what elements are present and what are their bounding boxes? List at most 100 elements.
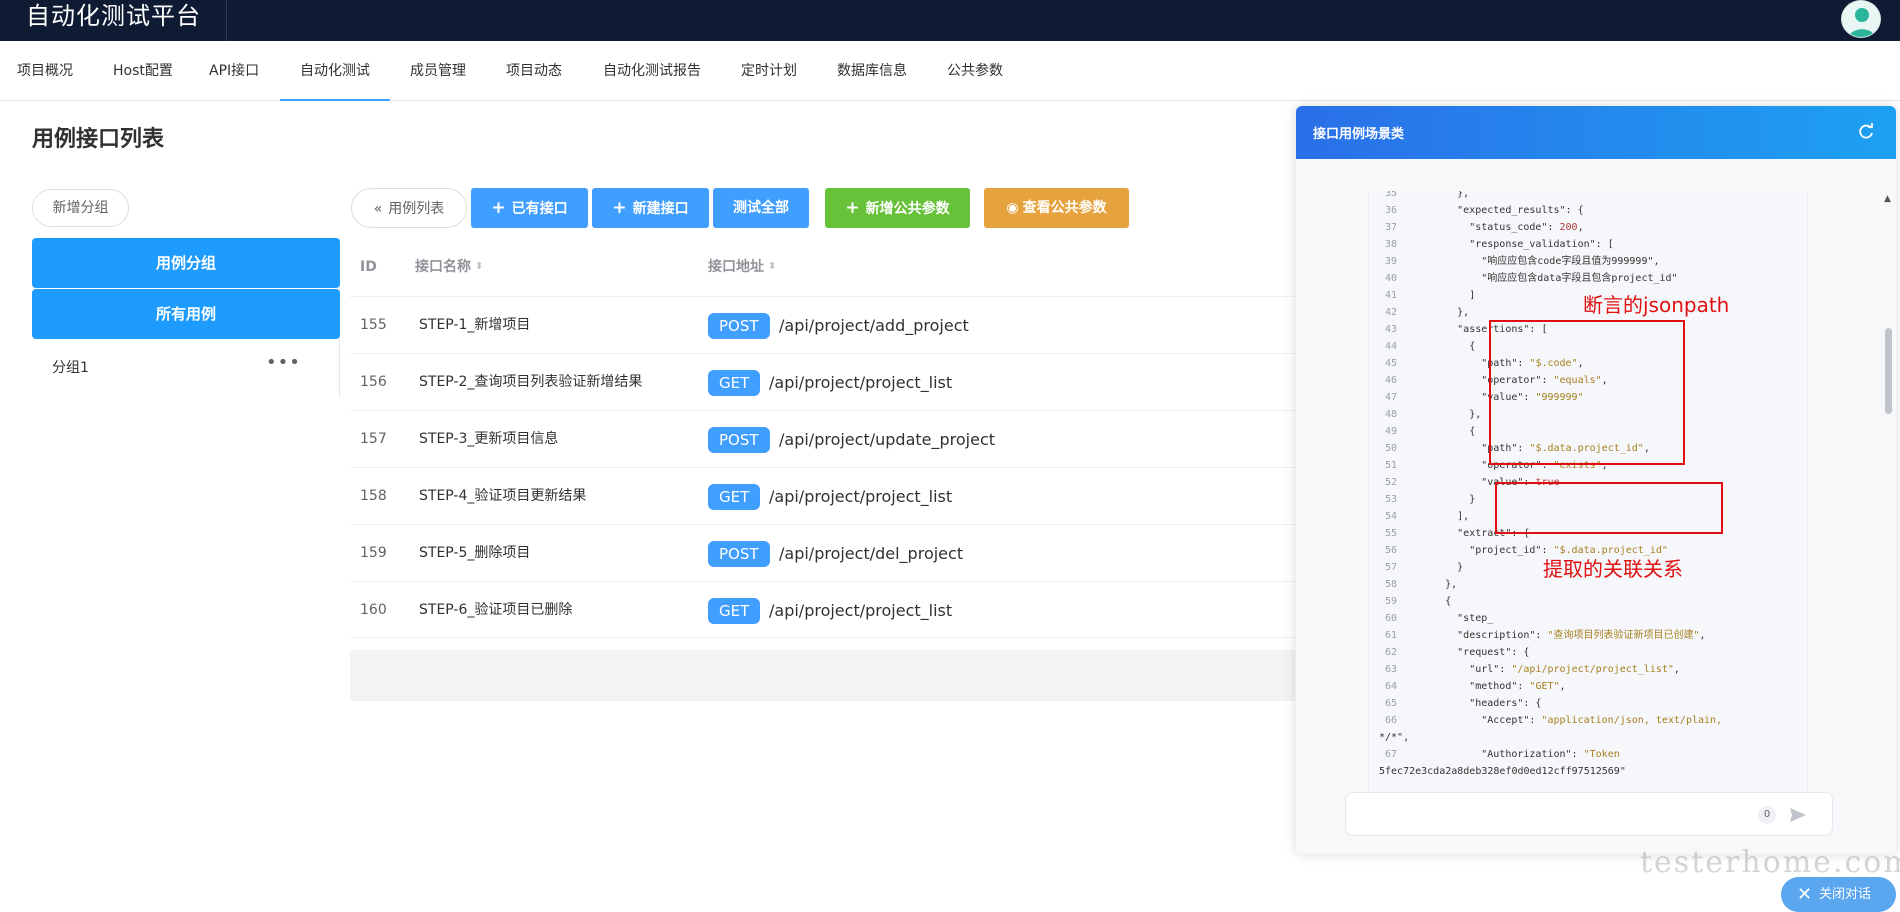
- code-text: {: [1409, 596, 1452, 607]
- view-public-param-button[interactable]: ◉ 查看公共参数: [984, 188, 1129, 228]
- scroll-up-icon[interactable]: ▲: [1884, 194, 1891, 204]
- line-number: 45: [1384, 358, 1397, 369]
- drawer-header: 接口用例场景类: [1296, 106, 1896, 159]
- code-line: 37 "status_code": 200,: [1369, 219, 1807, 236]
- watermark: testerhome.com: [1640, 845, 1900, 880]
- code-text: }: [1409, 562, 1464, 573]
- table-row[interactable]: 157 STEP-3_更新项目信息 POST /api/project/upda…: [350, 410, 1295, 467]
- chat-input[interactable]: 0: [1345, 792, 1833, 836]
- line-number: 47: [1384, 392, 1397, 403]
- code-line: 59 {: [1369, 593, 1807, 610]
- annotation-extract: 提取的关联关系: [1543, 557, 1683, 581]
- code-text: {: [1409, 426, 1476, 437]
- code-text: "request": {: [1409, 647, 1530, 658]
- code-text: "status_code": 200,: [1409, 222, 1584, 233]
- more-icon[interactable]: •••: [266, 352, 301, 373]
- row-id: 158: [360, 488, 387, 504]
- scrollbar-thumb[interactable]: [1885, 328, 1892, 414]
- plus-icon: +: [845, 198, 860, 218]
- group-header: 用例分组: [32, 238, 340, 288]
- code-line: 63 "url": "/api/project/project_list",: [1369, 661, 1807, 678]
- method-badge: POST: [708, 427, 770, 453]
- code-text: "Accept": "application/json, text/plain,: [1409, 715, 1723, 726]
- existing-api-button[interactable]: + 已有接口: [471, 188, 588, 228]
- main-nav: 项目概况 Host配置 API接口 自动化测试 成员管理 项目动态 自动化测试报…: [0, 41, 1900, 101]
- code-text: },: [1409, 307, 1470, 318]
- line-number: 56: [1384, 545, 1397, 556]
- nav-item-database[interactable]: 数据库信息: [837, 41, 907, 101]
- code-text: */*",: [1379, 732, 1410, 743]
- nav-item-api[interactable]: API接口: [209, 41, 259, 101]
- code-text: "响应应包含data字段且包含project_id": [1409, 273, 1678, 284]
- brand-divider: [226, 0, 227, 41]
- all-cases-item[interactable]: 所有用例: [32, 289, 340, 339]
- row-id: 156: [360, 374, 387, 390]
- double-chevron-left-icon: «: [373, 201, 383, 217]
- nav-item-automation[interactable]: 自动化测试: [280, 41, 390, 101]
- drawer-title: 接口用例场景类: [1313, 127, 1405, 142]
- table-row[interactable]: 156 STEP-2_查询项目列表验证新增结果 GET /api/project…: [350, 353, 1295, 410]
- code-text: ],: [1409, 511, 1470, 522]
- back-to-list-button[interactable]: «用例列表: [351, 188, 467, 228]
- add-public-param-button[interactable]: + 新增公共参数: [825, 188, 970, 228]
- code-line: 67 "Authorization": "Token: [1369, 746, 1807, 763]
- chat-drawer: 接口用例场景类 35 }, 36 "expected_results": {37 …: [1296, 106, 1896, 854]
- code-line: 35 },: [1369, 191, 1807, 202]
- table-row[interactable]: 155 STEP-1_新增项目 POST /api/project/add_pr…: [350, 296, 1295, 353]
- line-number: 43: [1384, 324, 1397, 335]
- line-number: 44: [1384, 341, 1397, 352]
- nav-item-test-report[interactable]: 自动化测试报告: [603, 41, 701, 101]
- row-name: STEP-4_验证项目更新结果: [419, 488, 587, 504]
- group-item-label: 分组1: [52, 360, 89, 376]
- table-row[interactable]: 159 STEP-5_删除项目 POST /api/project/del_pr…: [350, 524, 1295, 581]
- column-header-id: ID: [360, 259, 377, 275]
- line-number: 67: [1384, 749, 1397, 760]
- code-text: },: [1409, 191, 1470, 199]
- refresh-icon[interactable]: [1856, 122, 1876, 142]
- nav-item-activity[interactable]: 项目动态: [506, 41, 562, 101]
- line-number: 48: [1384, 409, 1397, 420]
- code-text: {: [1409, 341, 1476, 352]
- plus-icon: +: [491, 198, 506, 218]
- line-number: 63: [1384, 664, 1397, 675]
- nav-item-members[interactable]: 成员管理: [410, 41, 466, 101]
- new-api-button[interactable]: + 新建接口: [592, 188, 709, 228]
- table-row[interactable]: 158 STEP-4_验证项目更新结果 GET /api/project/pro…: [350, 467, 1295, 524]
- row-url: /api/project/project_list: [769, 601, 953, 620]
- code-text: "response_validation": [: [1409, 239, 1614, 250]
- user-avatar-icon[interactable]: [1841, 0, 1881, 38]
- send-icon[interactable]: [1788, 805, 1808, 825]
- code-text: "headers": {: [1409, 698, 1542, 709]
- line-number: 66: [1384, 715, 1397, 726]
- line-number: 49: [1384, 426, 1397, 437]
- sort-icon[interactable]: ⬍: [475, 238, 483, 296]
- row-url: /api/project/del_project: [779, 544, 964, 563]
- row-name: STEP-3_更新项目信息: [419, 431, 559, 447]
- row-url: /api/project/add_project: [779, 316, 969, 335]
- sort-icon[interactable]: ⬍: [768, 238, 776, 296]
- line-number: 60: [1384, 613, 1397, 624]
- method-badge: GET: [708, 598, 761, 624]
- group-item[interactable]: 分组1 •••: [32, 342, 340, 392]
- table-row[interactable]: 160 STEP-6_验证项目已删除 GET /api/project/proj…: [350, 581, 1295, 638]
- nav-item-public-params[interactable]: 公共参数: [947, 41, 1003, 101]
- row-url: /api/project/project_list: [769, 487, 953, 506]
- code-text: "step_: [1409, 613, 1494, 624]
- nav-item-host-config[interactable]: Host配置: [113, 41, 173, 101]
- nav-item-schedule[interactable]: 定时计划: [741, 41, 797, 101]
- test-all-button[interactable]: 测试全部: [713, 188, 809, 228]
- code-text: "url": "/api/project/project_list",: [1409, 664, 1680, 675]
- line-number: 57: [1384, 562, 1397, 573]
- line-number: 37: [1384, 222, 1397, 233]
- line-number: 61: [1384, 630, 1397, 641]
- add-group-button[interactable]: 新增分组: [32, 189, 129, 227]
- row-name: STEP-5_删除项目: [419, 545, 531, 561]
- close-chat-button[interactable]: ✕ 关闭对话: [1781, 877, 1896, 912]
- nav-item-overview[interactable]: 项目概况: [17, 41, 73, 101]
- code-line: 65 "headers": {: [1369, 695, 1807, 712]
- code-line: 64 "method": "GET",: [1369, 678, 1807, 695]
- column-header-url[interactable]: 接口地址 ⬍: [708, 238, 776, 296]
- column-header-name[interactable]: 接口名称 ⬍: [415, 238, 483, 296]
- row-url: /api/project/update_project: [779, 430, 996, 449]
- row-id: 159: [360, 545, 387, 561]
